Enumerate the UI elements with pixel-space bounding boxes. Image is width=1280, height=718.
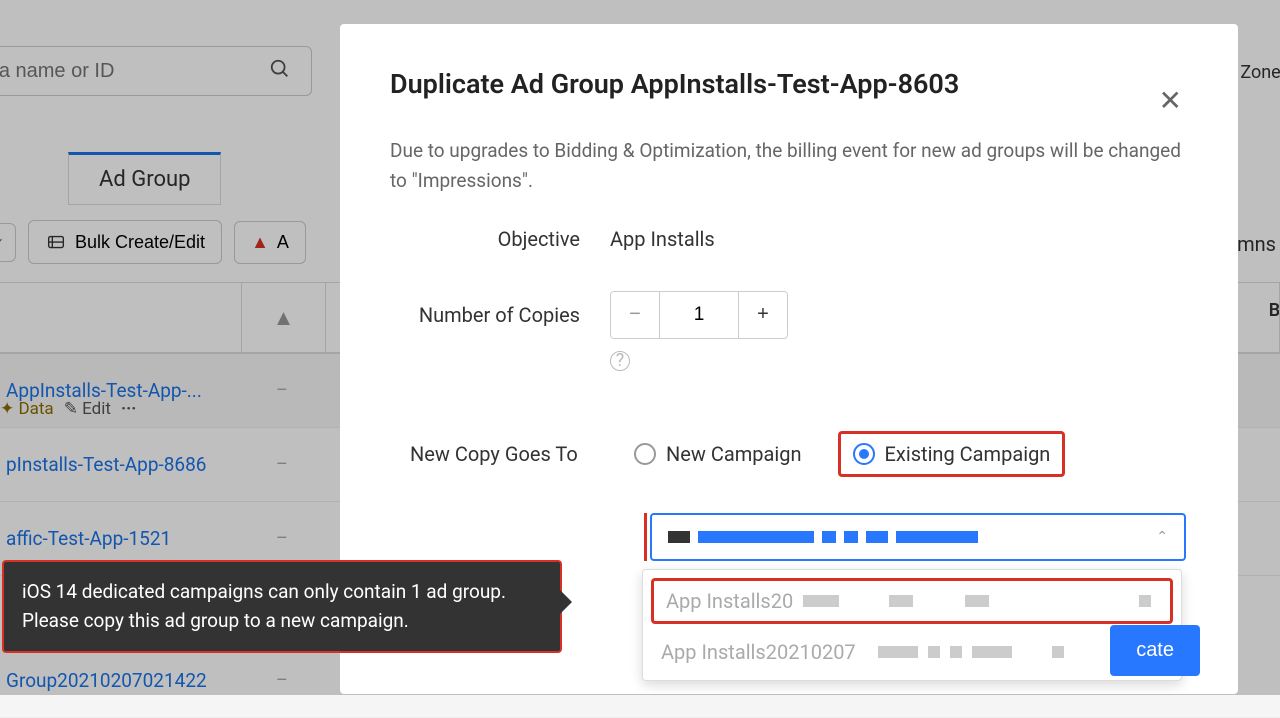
modal-title: Duplicate Ad Group AppInstalls-Test-App-…	[390, 68, 1188, 100]
ios14-tooltip: iOS 14 dedicated campaigns can only cont…	[2, 560, 562, 653]
stepper-plus[interactable]: +	[739, 292, 787, 338]
goes-to-label: New Copy Goes To	[390, 442, 634, 466]
campaign-dropdown: App Installs20 ✓ App Installs20210207	[642, 569, 1182, 681]
copies-label: Number of Copies	[390, 291, 610, 327]
objective-value: App Installs	[610, 227, 715, 251]
campaign-select[interactable]: ⌃	[650, 513, 1186, 561]
radio-new-campaign[interactable]: New Campaign	[634, 442, 802, 466]
close-icon[interactable]: ✕	[1159, 84, 1182, 117]
campaign-selected-value	[668, 531, 978, 543]
radio-existing-label: Existing Campaign	[885, 442, 1051, 466]
radio-existing-campaign[interactable]: Existing Campaign	[853, 442, 1051, 466]
modal-subtitle: Due to upgrades to Bidding & Optimizatio…	[390, 136, 1188, 197]
dropdown-item[interactable]: App Installs20210207	[643, 628, 1181, 676]
radio-icon	[853, 443, 875, 465]
help-icon[interactable]: ?	[610, 351, 630, 371]
dropdown-item-label: App Installs20210207	[661, 640, 856, 664]
check-icon: ✓	[1137, 591, 1150, 610]
radio-new-label: New Campaign	[666, 442, 802, 466]
stepper-minus[interactable]: −	[611, 292, 659, 338]
objective-label: Objective	[390, 227, 610, 251]
highlight-existing-campaign: Existing Campaign	[838, 431, 1066, 477]
stepper-input[interactable]	[659, 292, 739, 338]
chevron-up-icon: ⌃	[1156, 529, 1168, 545]
radio-icon	[634, 443, 656, 465]
quantity-stepper[interactable]: − +	[610, 291, 788, 339]
dropdown-item[interactable]: App Installs20 ✓	[651, 578, 1173, 624]
duplicate-button[interactable]: cate	[1110, 625, 1200, 676]
dropdown-item-label: App Installs20	[666, 589, 793, 613]
